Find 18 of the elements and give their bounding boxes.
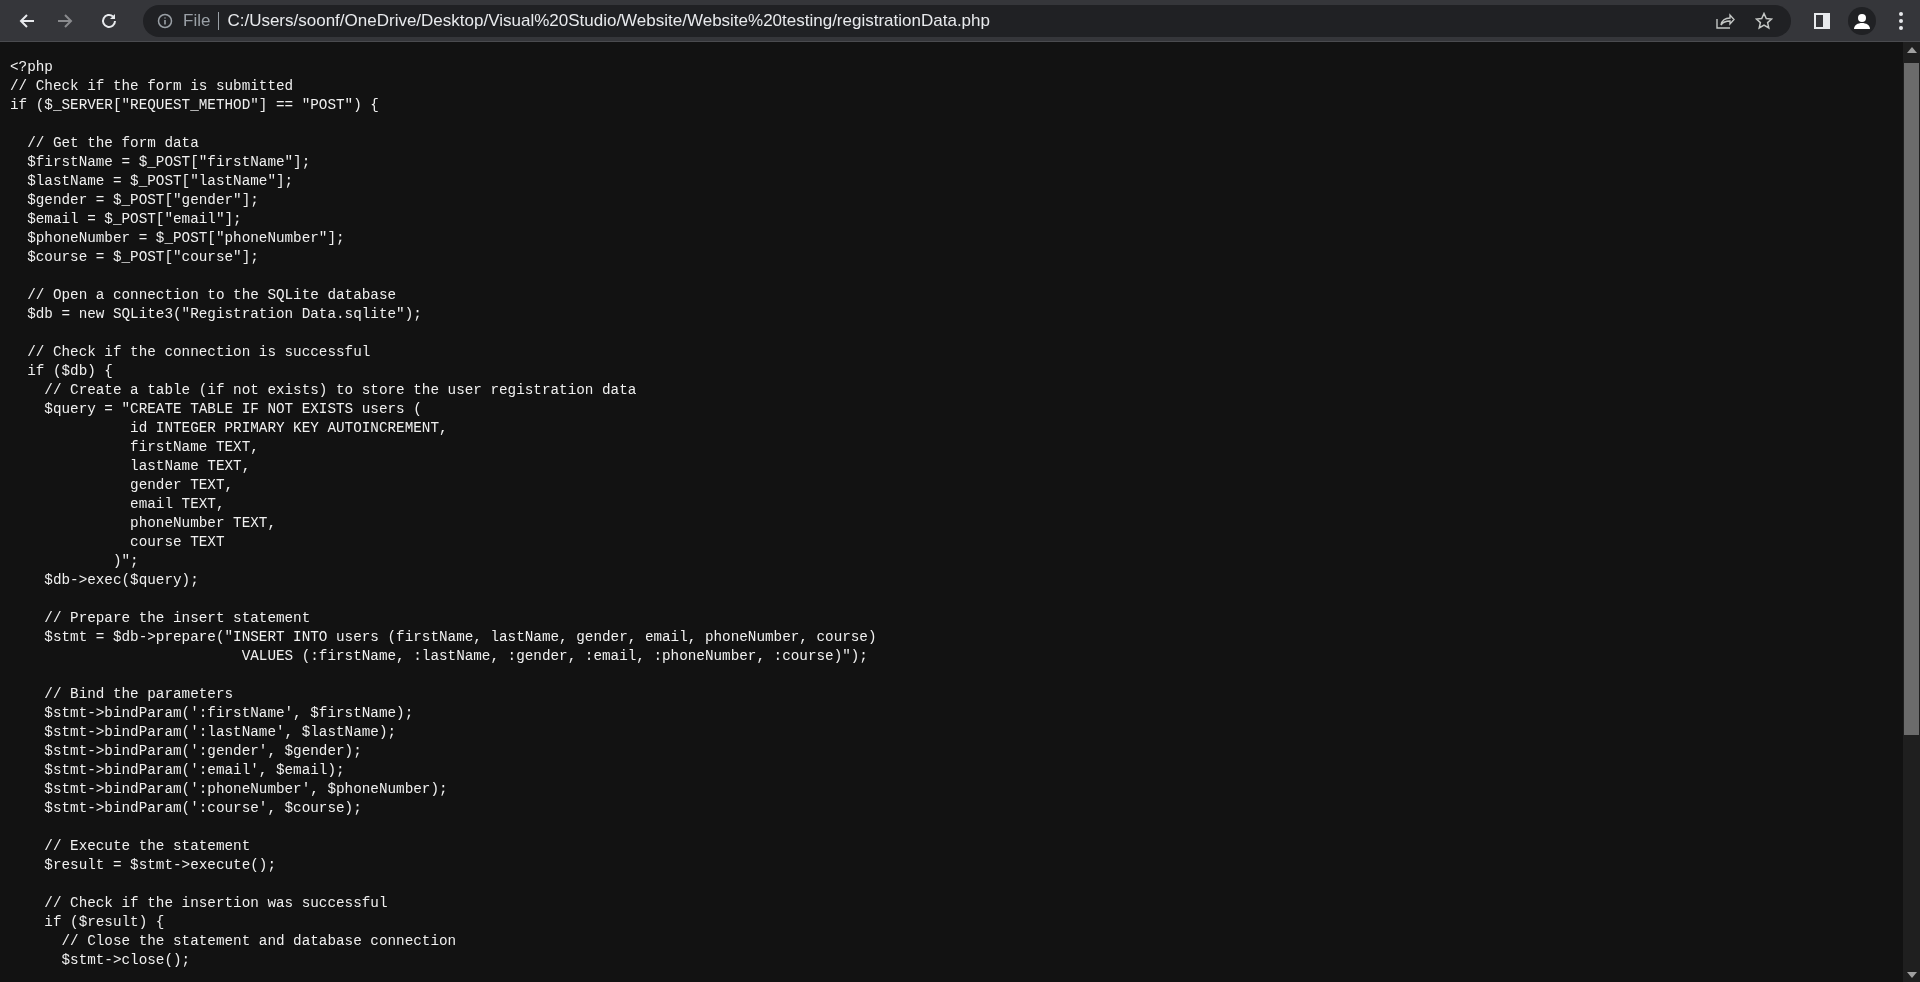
reload-icon <box>100 11 118 30</box>
profile-avatar[interactable] <box>1848 6 1876 35</box>
forward-arrow-icon <box>56 11 74 30</box>
star-icon[interactable] <box>1755 11 1773 30</box>
source-code: <?php // Check if the form is submitted if ($_SERVER["REQUEST_METHOD"] == "POST") { // Get the form data $firstName = $_POST["firstName"]; $lastName = $_POST["lastName"]; $gender = $_POST["gender"]; $email = $_POST["email"]; $phoneNumber = $_POST["phoneNumber"]; $course = $_POST["course"]; // Open a connection to the SQLite database $db = new SQLite3("Registration Data.sqlite"); // Check if the connection is successful if ($db) { // Create a table (if not exists) to store the user registration data $query = "CREATE TABLE IF NOT EXISTS users ( id INTEGER PRIMARY KEY AUTOINCREMENT, firstName TEXT, lastName TEXT, gender TEXT, email TEXT, phoneNumber TEXT, course TEXT )"; $db->exec($query); // Prepare the insert statement $stmt = $db->prepare("INSERT INTO users (firstName, lastName, gender, email, phoneNumber, course) VALUES (:firstName, :lastName, :gender, :email, :phoneNumber, :course)"); // Bind the parameters $stmt->bindParam(':firstName', $firstName); $stmt->bindParam(':lastName', $lastName); $stmt->bindParam(':gender', $gender); $stmt->bindParam(':email', $email); $stmt->bindParam(':phoneNumber', $phoneNumber); $stmt->bindParam(':course', $course); // Execute the statement $result = $stmt->execute(); // Check if the insertion was successful if ($result) { // Close the statement and database connection $stmt->close(); <box>10 58 878 970</box>
url-text: C:/Users/soonf/OneDrive/Desktop/Visual%20Studio/Website/Website%20testing/registrationData.php <box>227 9 990 32</box>
scheme-label: File <box>183 9 211 32</box>
person-icon <box>1853 11 1871 30</box>
share-icon[interactable] <box>1715 11 1735 30</box>
back-arrow-icon <box>18 11 36 30</box>
scrollbar[interactable] <box>1903 42 1920 982</box>
scroll-thumb[interactable] <box>1904 63 1919 735</box>
scroll-up-icon[interactable] <box>1906 47 1917 53</box>
scroll-down-icon[interactable] <box>1906 972 1917 978</box>
side-panel-icon[interactable] <box>1813 11 1831 30</box>
address-bar[interactable]: File C:/Users/soonf/OneDrive/Desktop/Visual%20Studio/Website/Website%20testing/registrationData.php <box>143 4 1791 37</box>
info-icon[interactable] <box>157 12 173 29</box>
menu-icon[interactable] <box>1898 10 1904 31</box>
